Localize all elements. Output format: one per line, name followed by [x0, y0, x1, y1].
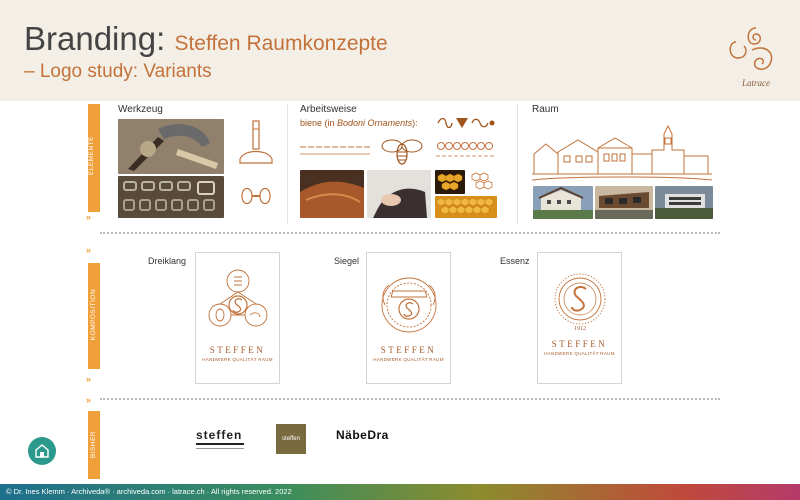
honeycomb-photo-1 — [435, 170, 465, 194]
old-logo-steffen-2: steffen — [276, 424, 306, 454]
chevron-down-icon: » — [86, 395, 91, 405]
card-tagline: HANDWERK QUALITÄT RAUM — [544, 351, 615, 356]
house-photo-1 — [533, 186, 593, 219]
composition-card-siegel: STEFFEN HANDWERK QUALITÄT RAUM — [366, 252, 451, 384]
section-label-arbeitsweise: Arbeitsweise — [300, 104, 357, 115]
divider-1 — [287, 104, 288, 224]
dreiklang-emblem-icon — [208, 269, 268, 327]
band-label-bisher: BISHER — [90, 430, 98, 459]
chevron-down-icon: » — [86, 245, 91, 255]
tool-icon — [239, 120, 273, 164]
bee-icon — [381, 139, 423, 165]
tools-photo — [118, 119, 224, 174]
composition-label-siegel: Siegel — [334, 256, 360, 266]
chevron-down-icon: » — [86, 374, 91, 384]
composition-card-essenz: 1912 STEFFEN HANDWERK QUALITÄT RAUM — [537, 252, 622, 384]
house-photo-3 — [655, 186, 713, 219]
separator-top — [100, 232, 720, 234]
house-icon — [35, 444, 49, 458]
footer-text: © Dr. Ines Klemm · Archiveda® · archived… — [6, 487, 292, 496]
section-label-raum: Raum — [532, 104, 559, 115]
footer-bar: © Dr. Ines Klemm · Archiveda® · archived… — [0, 484, 800, 500]
title-sub: Steffen Raumkonzepte — [174, 32, 388, 55]
card-tagline: HANDWERK QUALITÄT RAUM — [373, 357, 444, 362]
buckles-photo — [118, 176, 224, 218]
essenz-year: 1912 — [574, 326, 586, 332]
old-logo-underline — [196, 443, 244, 445]
card-name: STEFFEN — [380, 345, 437, 355]
old-logo-underline — [196, 448, 244, 449]
bead-chain-icon — [436, 142, 496, 157]
divider-2 — [517, 104, 518, 224]
card-name: STEFFEN — [209, 345, 266, 355]
old-logo-text: steffen — [196, 428, 243, 442]
page-title: Branding: Steffen Raumkonzepte — [24, 22, 388, 55]
old-logo-text: NäbeDra — [336, 428, 389, 442]
title-main: Branding: — [24, 20, 166, 57]
header: Branding: Steffen Raumkonzepte – Logo st… — [0, 0, 800, 101]
honeycomb-icon — [467, 170, 497, 194]
band-label-elemente: ELEMENTE — [88, 135, 96, 176]
composition-label-dreiklang: Dreiklang — [148, 256, 187, 266]
chevron-down-icon: » — [86, 212, 91, 222]
house-photo-2 — [595, 186, 653, 219]
band-komposition: KOMPOSITION — [88, 263, 100, 369]
composition-label-essenz: Essenz — [500, 256, 530, 266]
old-logo-steffen-1: steffen — [196, 428, 248, 452]
buckle-icon — [241, 187, 271, 205]
ornament-row-icon — [437, 117, 495, 129]
essenz-emblem-icon: 1912 — [554, 273, 606, 332]
dash-border-icon — [300, 146, 370, 155]
old-logo-text: steffen — [282, 436, 300, 442]
leather-photo — [300, 170, 364, 218]
band-bisher: BISHER — [88, 411, 100, 479]
craft-hands-photo — [367, 170, 431, 218]
band-elemente: ELEMENTE — [88, 104, 100, 212]
brand-logo-text: Latrace — [741, 78, 770, 88]
honeycomb-photo-2 — [435, 196, 497, 218]
home-button[interactable] — [28, 437, 56, 465]
separator-bottom — [100, 398, 720, 400]
ornament-caption: biene (in Bodoni Ornaments): — [300, 118, 418, 128]
card-name: STEFFEN — [551, 339, 608, 349]
section-label-werkzeug: Werkzeug — [118, 104, 163, 115]
siegel-emblem-icon — [381, 277, 437, 333]
composition-card-dreiklang: STEFFEN HANDWERK QUALITÄT RAUM — [195, 252, 280, 384]
old-logo-naebedra: NäbeDra — [336, 428, 389, 448]
band-label-komposition: KOMPOSITION — [90, 288, 98, 341]
village-illustration — [532, 124, 712, 181]
page-subtitle: – Logo study: Variants — [24, 61, 212, 82]
latrace-logo: Latrace — [729, 27, 773, 88]
card-tagline: HANDWERK QUALITÄT RAUM — [202, 357, 273, 362]
